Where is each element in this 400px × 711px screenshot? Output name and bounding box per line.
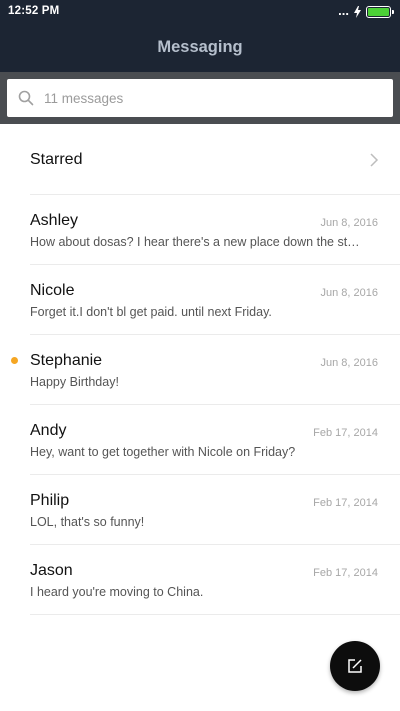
status-time: 12:52 PM [8,5,60,17]
signal-dots-icon: ... [338,3,349,18]
message-preview: I heard you're moving to China. [30,585,204,599]
message-preview: How about dosas? I hear there's a new pl… [30,235,360,249]
message-date: Feb 17, 2014 [313,497,378,509]
message-date: Jun 8, 2016 [320,357,379,369]
message-sender: Nicole [30,282,75,299]
compose-button[interactable] [330,641,380,691]
status-icons: ... [338,3,394,19]
message-sender: Philip [30,492,70,509]
starred-row[interactable]: Starred [0,125,400,195]
chevron-right-icon [370,153,379,167]
message-sender: Ashley [30,212,79,229]
message-sender: Stephanie [30,352,103,369]
search-bar [0,72,400,124]
message-item[interactable]: Stephanie Jun 8, 2016 Happy Birthday! [0,335,400,405]
message-sender: Jason [30,562,73,579]
message-date: Jun 8, 2016 [320,217,379,229]
search-input[interactable] [44,79,374,117]
message-date: Feb 17, 2014 [313,427,378,439]
battery-icon [366,6,394,18]
app-header: Messaging [0,24,400,72]
message-preview: Forget it.I don't bl get paid. until nex… [30,305,272,319]
unread-indicator [11,357,18,364]
search-box[interactable] [7,79,393,117]
starred-label: Starred [30,151,83,168]
battery-cap [392,10,394,14]
message-preview: LOL, that's so funny! [30,515,145,529]
message-item[interactable]: Ashley Jun 8, 2016 How about dosas? I he… [0,195,400,265]
search-icon [18,90,34,106]
message-preview: Happy Birthday! [30,375,119,389]
bolt-icon [354,6,361,18]
message-item[interactable]: Philip Feb 17, 2014 LOL, that's so funny… [0,475,400,545]
message-list: Ashley Jun 8, 2016 How about dosas? I he… [0,195,400,615]
battery-fill [368,8,389,16]
row-divider [30,614,400,615]
status-bar: 12:52 PM ... [0,0,400,24]
message-item[interactable]: Jason Feb 17, 2014 I heard you're moving… [0,545,400,615]
message-preview: Hey, want to get together with Nicole on… [30,445,296,459]
message-sender: Andy [30,422,67,439]
message-item[interactable]: Andy Feb 17, 2014 Hey, want to get toget… [0,405,400,475]
message-date: Feb 17, 2014 [313,567,378,579]
compose-icon [348,659,362,673]
page-title: Messaging [157,38,243,56]
message-item[interactable]: Nicole Jun 8, 2016 Forget it.I don't bl … [0,265,400,335]
message-date: Jun 8, 2016 [320,287,379,299]
